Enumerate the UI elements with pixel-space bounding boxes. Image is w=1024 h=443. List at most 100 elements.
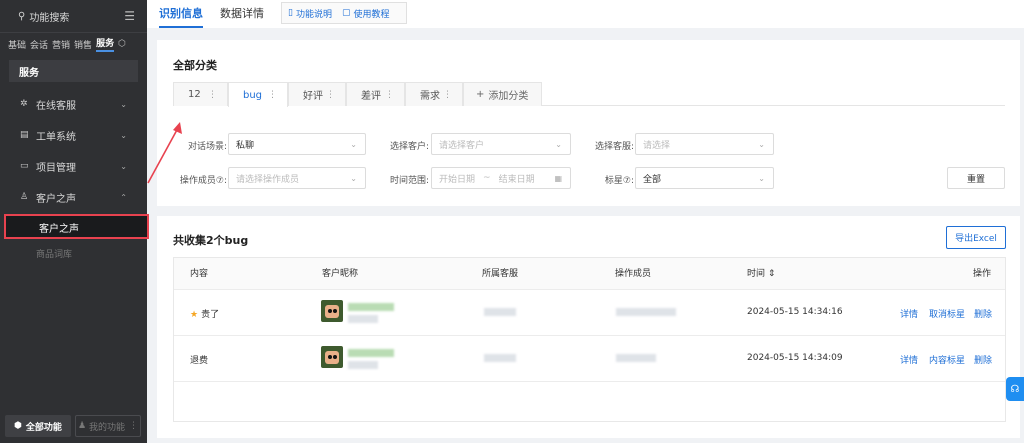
package-icon[interactable]: ⬡ [118, 39, 126, 49]
star-icon: ★ [190, 310, 199, 320]
reset-button[interactable]: 重置 [947, 167, 1005, 189]
content-cell: 退费 [190, 356, 209, 366]
scene-value: 私聊 [236, 140, 255, 151]
tab-data-details[interactable]: 数据详情 [220, 0, 264, 28]
column-header-actions: 操作 [973, 269, 992, 279]
function-search[interactable]: ⚲ 功能搜索 ☰ [0, 0, 147, 33]
category-service[interactable]: 服务 [96, 36, 115, 52]
sidebar-item-online-service[interactable]: ✲ 在线客服 ⌄ [0, 93, 147, 115]
category-tabs: 基础 会话 营销 销售 服务 ⬡ [0, 34, 147, 54]
cube-icon: ⬢ [14, 421, 22, 431]
classification-tabs: 12 ⋮ bug ⋮ 好评 ⋮ 差评 ⋮ 需求 ⋮ + 添加分类 [173, 82, 1005, 107]
avatar [321, 300, 343, 322]
chevron-down-icon: ⌄ [350, 139, 357, 149]
add-classification-button[interactable]: + 添加分类 [463, 82, 542, 106]
book-icon: ▯ [288, 8, 293, 18]
scene-select[interactable]: 私聊 ⌄ [228, 133, 366, 155]
column-header-time[interactable]: 时间 ⇕ [747, 258, 775, 290]
redacted-detail [348, 315, 378, 323]
category-marketing[interactable]: 营销 [52, 38, 70, 51]
search-icon: ⚲ [18, 10, 26, 22]
my-functions-button[interactable]: ♟ 我的功能 ⋮ [75, 415, 141, 437]
classification-tab-demand[interactable]: 需求 ⋮ [405, 82, 463, 106]
classification-tab-bug[interactable]: bug ⋮ [228, 82, 288, 107]
category-basic[interactable]: 基础 [8, 38, 26, 51]
redacted-agent [484, 308, 516, 316]
member-placeholder: 请选择操作成员 [236, 174, 300, 185]
end-date-placeholder: 结束日期 [498, 174, 535, 185]
sidebar-item-project-management[interactable]: ▭ 项目管理 ⌄ [0, 155, 147, 177]
filter-panel: 全部分类 12 ⋮ bug ⋮ 好评 ⋮ 差评 ⋮ 需求 ⋮ + 添加分类 对话… [157, 40, 1020, 206]
function-search-label: 功能搜索 [29, 12, 70, 24]
chevron-down-icon: ⌄ [555, 139, 562, 149]
customer-select[interactable]: 请选择客户 ⌄ [431, 133, 571, 155]
details-link[interactable]: 详情 [900, 353, 918, 366]
unstar-link[interactable]: 取消标星 [929, 307, 965, 320]
user-icon: ♟ [77, 421, 87, 431]
results-panel: 共收集2个bug 导出Excel 内容 客户昵称 所属客服 操作成员 时间 ⇕ … [157, 216, 1020, 438]
content-text: 贵了 [201, 310, 220, 320]
sidebar-item-label: 工单系统 [36, 131, 76, 143]
category-session[interactable]: 会话 [30, 38, 48, 51]
more-icon[interactable]: ⋮ [326, 90, 335, 100]
delete-link[interactable]: 删除 [974, 353, 992, 366]
sidebar-item-label: 在线客服 [36, 100, 76, 112]
time-cell: 2024-05-15 14:34:09 [747, 353, 843, 363]
export-excel-button[interactable]: 导出Excel [946, 226, 1006, 249]
classification-tab-label: bug [243, 89, 263, 101]
column-header-content: 内容 [190, 269, 209, 279]
results-table: 内容 客户昵称 所属客服 操作成员 时间 ⇕ 操作 ★ 贵了 2024-05-15… [173, 257, 1006, 422]
chevron-down-icon: ⌄ [758, 139, 765, 149]
range-separator: ~ [483, 173, 491, 183]
chevron-down-icon: ⌄ [758, 173, 765, 183]
details-link[interactable]: 详情 [900, 307, 918, 320]
date-range-picker[interactable]: 开始日期 ~ 结束日期 ▦ [431, 167, 571, 189]
agent-placeholder: 请选择 [643, 140, 671, 151]
classification-tab-negative[interactable]: 差评 ⋮ [346, 82, 405, 106]
tutorial-link[interactable]: 使用教程 [353, 7, 389, 20]
headset-icon: ☊ [1010, 383, 1020, 395]
start-date-placeholder: 开始日期 [439, 174, 476, 185]
sidebar-subitem-product-lexicon[interactable]: 商品词库 [36, 247, 72, 260]
sidebar-bottom-bar: ⬢ 全部功能 ♟ 我的功能 ⋮ [5, 415, 142, 437]
avatar [321, 346, 343, 368]
time-range-label: 时间范围: [389, 176, 429, 186]
redacted-member [616, 308, 676, 316]
star-label: 标星⑦: [604, 176, 634, 186]
list-menu-icon[interactable]: ☰ [124, 9, 135, 23]
redacted-nickname [348, 349, 394, 357]
customer-placeholder: 请选择客户 [439, 140, 485, 151]
add-classification-label: 添加分类 [488, 91, 529, 102]
agent-label: 选择客服: [594, 142, 634, 152]
grip-icon: ⋮ [129, 421, 139, 431]
chat-support-button[interactable]: ☊ [1006, 377, 1024, 401]
column-header-member: 操作成员 [615, 269, 652, 279]
classification-tab-12[interactable]: 12 ⋮ [173, 82, 228, 106]
more-icon[interactable]: ⋮ [443, 90, 452, 100]
agent-select[interactable]: 请选择 ⌄ [635, 133, 774, 155]
member-select[interactable]: 请选择操作成员 ⌄ [228, 167, 366, 189]
column-header-nickname: 客户昵称 [322, 269, 359, 279]
more-icon[interactable]: ⋮ [268, 90, 277, 100]
category-sales[interactable]: 销售 [74, 38, 92, 51]
classification-tab-label: 好评 [303, 91, 323, 102]
user-voice-icon: ♙ [20, 192, 29, 202]
star-select[interactable]: 全部 ⌄ [635, 167, 774, 189]
all-functions-button[interactable]: ⬢ 全部功能 [5, 415, 71, 437]
star-value: 全部 [643, 174, 662, 185]
classification-tab-positive[interactable]: 好评 ⋮ [288, 82, 346, 106]
chevron-down-icon: ⌄ [350, 173, 357, 183]
delete-link[interactable]: 删除 [974, 307, 992, 320]
document-icon: ▢ [341, 8, 351, 18]
tab-recognition-info[interactable]: 识别信息 [159, 0, 203, 28]
star-content-link[interactable]: 内容标星 [929, 353, 965, 366]
more-icon[interactable]: ⋮ [208, 90, 217, 100]
sidebar-subitem-customer-voice[interactable]: 客户之声 [4, 214, 149, 239]
sidebar-item-ticket-system[interactable]: ▤ 工单系统 ⌄ [0, 124, 147, 146]
feature-description-link[interactable]: 功能说明 [296, 7, 332, 20]
classification-tab-label: 差评 [361, 91, 381, 102]
sidebar-item-customer-voice[interactable]: ♙ 客户之声 ⌃ [0, 186, 147, 208]
more-icon[interactable]: ⋮ [385, 90, 394, 100]
project-icon: ▭ [20, 161, 29, 171]
content-cell: ★ 贵了 [190, 307, 219, 320]
